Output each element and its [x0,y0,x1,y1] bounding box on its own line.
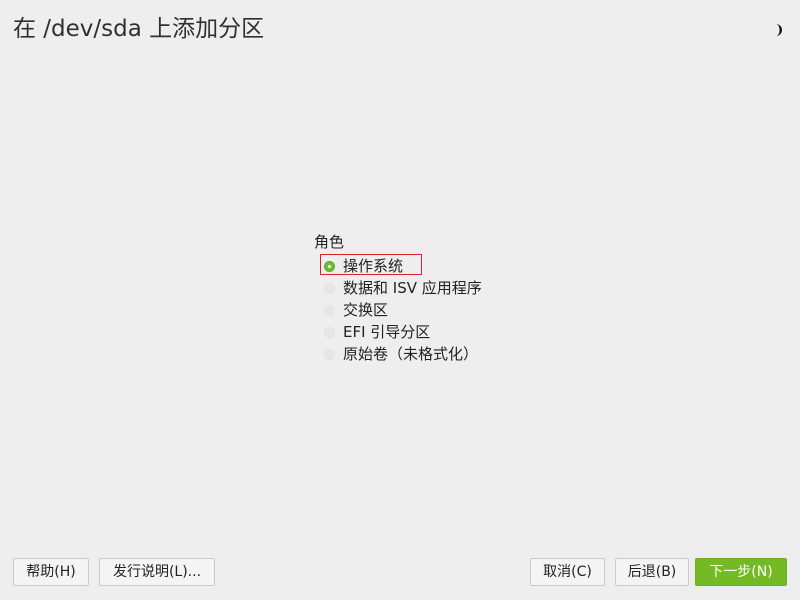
role-option-operating-system[interactable]: 操作系统 [320,254,482,277]
radio-button[interactable] [324,326,335,338]
half-moon-icon[interactable] [768,22,784,38]
next-button[interactable]: 下一步(N) [695,558,787,586]
role-option-label: 原始卷（未格式化） [343,345,479,363]
role-options: 操作系统 数据和 ISV 应用程序 交换区 EFI 引导分区 原始卷（未格式化） [320,254,482,365]
page-title: 在 /dev/sda 上添加分区 [13,16,265,42]
role-option-label: 操作系统 [343,257,404,275]
cancel-button[interactable]: 取消(C) [530,558,605,586]
role-option-label: 数据和 ISV 应用程序 [343,279,482,297]
radio-button[interactable] [324,304,335,316]
role-label: 角色 [314,233,345,251]
back-button[interactable]: 后退(B) [615,558,689,586]
role-option-label: EFI 引导分区 [343,323,431,341]
role-option-efi-boot[interactable]: EFI 引导分区 [322,321,482,343]
radio-button[interactable] [324,282,335,294]
role-radio-group: 角色 操作系统 数据和 ISV 应用程序 交换区 EFI 引导分区 原始卷（未格… [314,232,482,365]
role-option-raw-volume[interactable]: 原始卷（未格式化） [322,343,482,365]
role-option-data-isv[interactable]: 数据和 ISV 应用程序 [322,277,482,299]
role-option-label: 交换区 [343,301,389,319]
radio-button-checked[interactable] [324,260,335,272]
role-option-swap[interactable]: 交换区 [322,299,482,321]
radio-button[interactable] [324,348,335,360]
release-notes-button[interactable]: 发行说明(L)... [99,558,215,586]
help-button[interactable]: 帮助(H) [13,558,89,586]
